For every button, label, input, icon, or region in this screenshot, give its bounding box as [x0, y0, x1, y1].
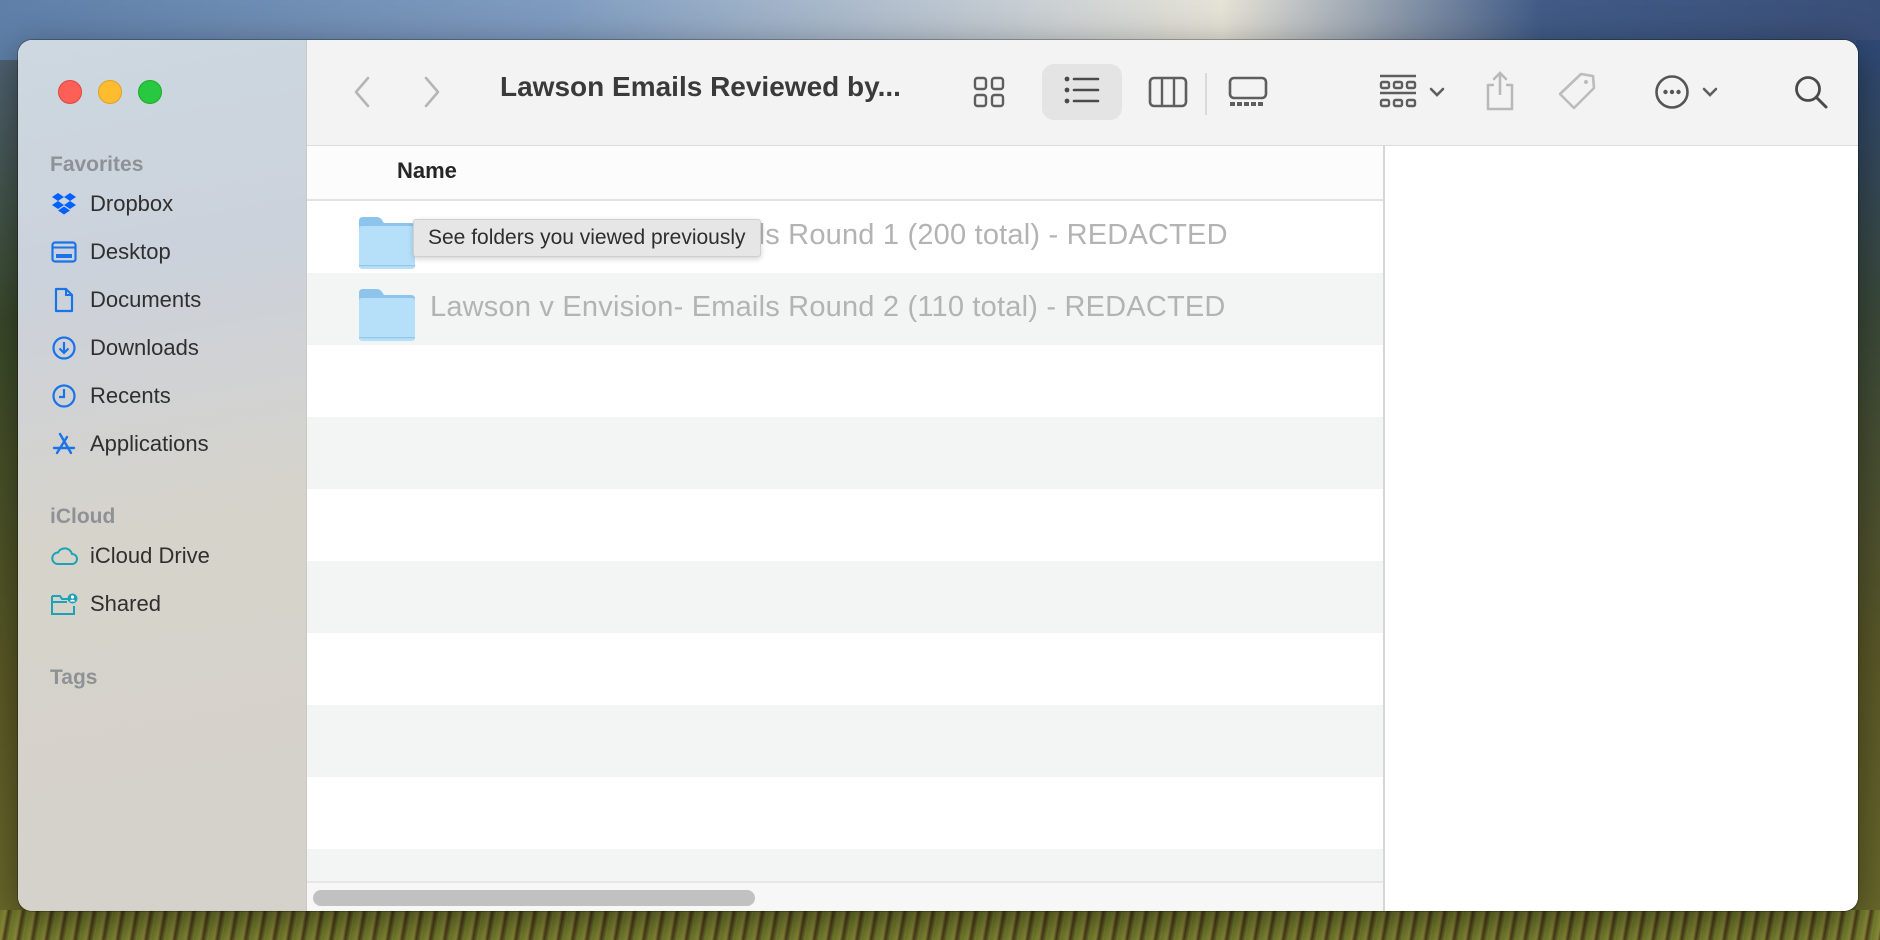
list-item[interactable]: Lawson v Envision- Emails Round 2 (110 t…: [307, 273, 1383, 345]
preview-pane: [1383, 146, 1858, 911]
sidebar-section-favorites: Favorites: [50, 153, 144, 176]
list-view-button[interactable]: [1042, 64, 1122, 120]
clock-icon: [50, 382, 78, 410]
finder-window: Favorites Dropbox Desktop Documents Down…: [18, 40, 1858, 911]
file-list: Name Lawson v Envision- Emails Round 1 (…: [307, 146, 1383, 911]
toolbar-divider: [1205, 73, 1207, 115]
sidebar-item-dropbox[interactable]: Dropbox: [50, 184, 173, 224]
group-by-button[interactable]: [1367, 70, 1457, 118]
desktop-wallpaper-bottom: [0, 910, 1880, 940]
columns-icon: [1148, 76, 1188, 113]
icon-view-button[interactable]: [964, 70, 1014, 118]
folder-icon: [357, 215, 417, 276]
sidebar-item-desktop[interactable]: Desktop: [50, 232, 171, 272]
sidebar-item-label: Desktop: [90, 239, 171, 264]
window-title: Lawson Emails Reviewed by...: [500, 71, 901, 102]
chevron-left-icon: [353, 76, 371, 113]
desktop-wallpaper-left: [0, 60, 20, 940]
gallery-view-button[interactable]: [1223, 70, 1273, 118]
column-view-button[interactable]: [1143, 70, 1193, 118]
empty-row: [307, 777, 1383, 849]
tag-button[interactable]: [1553, 66, 1601, 120]
sidebar-item-shared[interactable]: Shared: [50, 584, 161, 624]
chevron-right-icon: [423, 76, 441, 113]
share-button[interactable]: [1477, 66, 1523, 120]
grid-icon: [973, 76, 1005, 113]
search-button[interactable]: [1787, 70, 1835, 118]
sidebar: Favorites Dropbox Desktop Documents Down…: [18, 40, 307, 911]
empty-row: [307, 705, 1383, 777]
tag-icon: [1557, 71, 1597, 116]
zoom-button[interactable]: [138, 80, 162, 104]
sidebar-item-label: iCloud Drive: [90, 543, 210, 568]
dropbox-icon: [50, 190, 78, 218]
sidebar-item-label: Recents: [90, 383, 171, 408]
desktop-icon: [50, 238, 78, 266]
download-icon: [50, 334, 78, 362]
sidebar-item-label: Downloads: [90, 335, 199, 360]
empty-row: [307, 417, 1383, 489]
close-button[interactable]: [58, 80, 82, 104]
sidebar-item-applications[interactable]: Applications: [50, 424, 209, 464]
sidebar-item-icloud-drive[interactable]: iCloud Drive: [50, 536, 210, 576]
cloud-icon: [50, 542, 78, 570]
sidebar-item-downloads[interactable]: Downloads: [50, 328, 199, 368]
empty-row: [307, 561, 1383, 633]
empty-row: [307, 633, 1383, 705]
sidebar-item-label: Applications: [90, 431, 209, 456]
chevron-down-icon: [1702, 85, 1718, 103]
horizontal-scrollbar[interactable]: [307, 881, 1383, 911]
chevron-down-icon: [1429, 85, 1445, 103]
group-by-icon: [1379, 74, 1417, 115]
ellipsis-circle-icon: [1654, 74, 1690, 115]
minimize-button[interactable]: [98, 80, 122, 104]
sidebar-item-recents[interactable]: Recents: [50, 376, 171, 416]
desktop-wallpaper-right: [1856, 40, 1880, 940]
empty-row: [307, 345, 1383, 417]
forward-button[interactable]: [415, 74, 449, 114]
share-icon: [1484, 70, 1516, 116]
toolbar: Lawson Emails Reviewed by...: [307, 40, 1858, 146]
folder-icon: [357, 287, 417, 348]
column-header: Name: [307, 146, 1383, 201]
list-icon: [1064, 76, 1100, 109]
empty-row: [307, 489, 1383, 561]
shared-folder-icon: [50, 590, 78, 618]
back-button[interactable]: [345, 74, 379, 114]
tooltip: See folders you viewed previously: [413, 219, 761, 257]
column-header-name[interactable]: Name: [397, 158, 457, 184]
sidebar-item-label: Documents: [90, 287, 202, 312]
sidebar-item-label: Dropbox: [90, 191, 174, 216]
search-icon: [1793, 74, 1829, 115]
document-icon: [50, 286, 78, 314]
sidebar-section-tags: Tags: [50, 666, 98, 689]
applications-icon: [50, 430, 78, 458]
sidebar-item-documents[interactable]: Documents: [50, 280, 201, 320]
gallery-icon: [1228, 76, 1268, 113]
window-controls: [58, 80, 162, 104]
scrollbar-thumb[interactable]: [313, 890, 755, 906]
sidebar-item-label: Shared: [90, 591, 161, 616]
sidebar-section-icloud: iCloud: [50, 505, 116, 528]
file-name: Lawson v Envision- Emails Round 2 (110 t…: [430, 291, 1226, 323]
more-actions-button[interactable]: [1641, 70, 1731, 118]
